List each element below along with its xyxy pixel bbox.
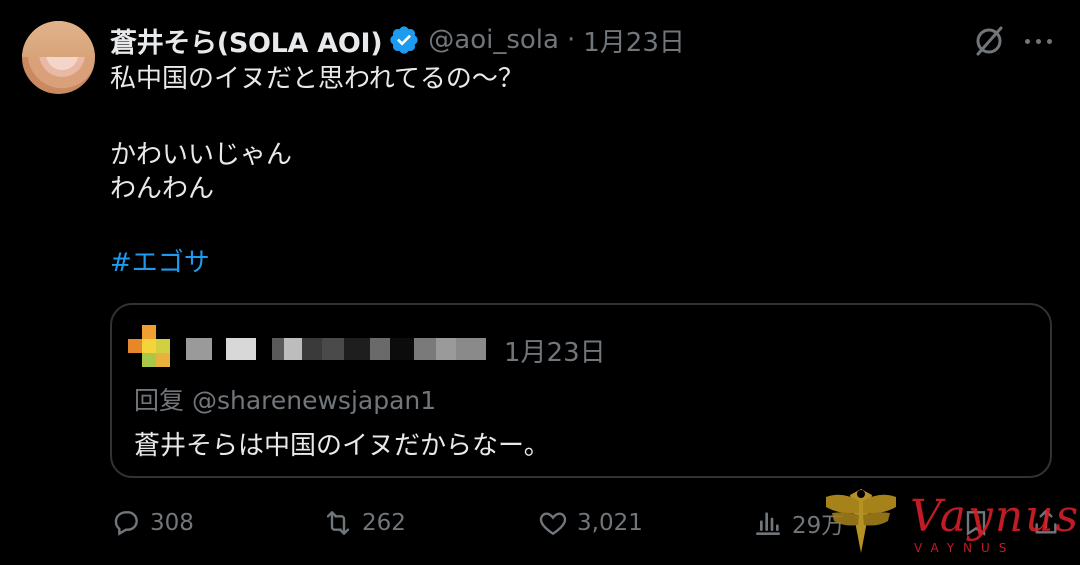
reply-count: 308 xyxy=(150,510,194,536)
separator-dot: · xyxy=(566,25,576,55)
retweet-button[interactable]: 262 xyxy=(322,503,406,543)
verified-badge-icon xyxy=(390,26,418,54)
hashtag-link[interactable]: #エゴサ xyxy=(110,248,210,278)
tweet-text-line-2: かわいいじゃん xyxy=(110,140,293,170)
watermark-script-text: Vaynus xyxy=(910,491,1080,542)
heart-icon xyxy=(539,512,567,536)
quoted-date[interactable]: 1月23日 xyxy=(504,332,606,369)
views-chart-icon xyxy=(756,512,780,535)
tweet-date[interactable]: 1月23日 xyxy=(583,22,685,59)
reply-icon xyxy=(114,511,138,536)
more-options-icon[interactable] xyxy=(1018,24,1058,58)
quoted-avatar[interactable] xyxy=(128,325,174,371)
display-name[interactable]: 蒼井そら(SOLA AOI) xyxy=(110,21,383,60)
quoted-reply-to: 回复 @sharenewsjapan1 xyxy=(134,386,437,415)
like-button[interactable]: 3,021 xyxy=(537,503,643,543)
reply-button[interactable]: 308 xyxy=(110,503,194,543)
like-count: 3,021 xyxy=(577,510,643,536)
quoted-name-pixelated xyxy=(186,338,486,360)
avatar[interactable] xyxy=(22,21,95,94)
quoted-tweet[interactable]: 1月23日 回复 @sharenewsjapan1 蒼井そらは中国のイヌだからな… xyxy=(110,303,1052,478)
quoted-text: 蒼井そらは中国のイヌだからなー。 xyxy=(134,431,550,461)
tweet-header: 蒼井そら(SOLA AOI) @aoi_sola · 1月23日 xyxy=(110,16,685,64)
dragonfly-logo-icon xyxy=(826,489,896,553)
grok-icon[interactable] xyxy=(970,22,1008,60)
handle[interactable]: @aoi_sola xyxy=(428,25,559,55)
watermark: Vaynus VAYNUS xyxy=(822,483,1078,558)
tweet-text-line-3: わんわん xyxy=(110,174,215,204)
watermark-small-text: VAYNUS xyxy=(914,541,1016,555)
retweet-count: 262 xyxy=(362,510,406,536)
retweet-icon xyxy=(326,511,350,535)
tweet-text-line-1: 私中国のイヌだと思われてるの〜？ xyxy=(110,64,524,94)
